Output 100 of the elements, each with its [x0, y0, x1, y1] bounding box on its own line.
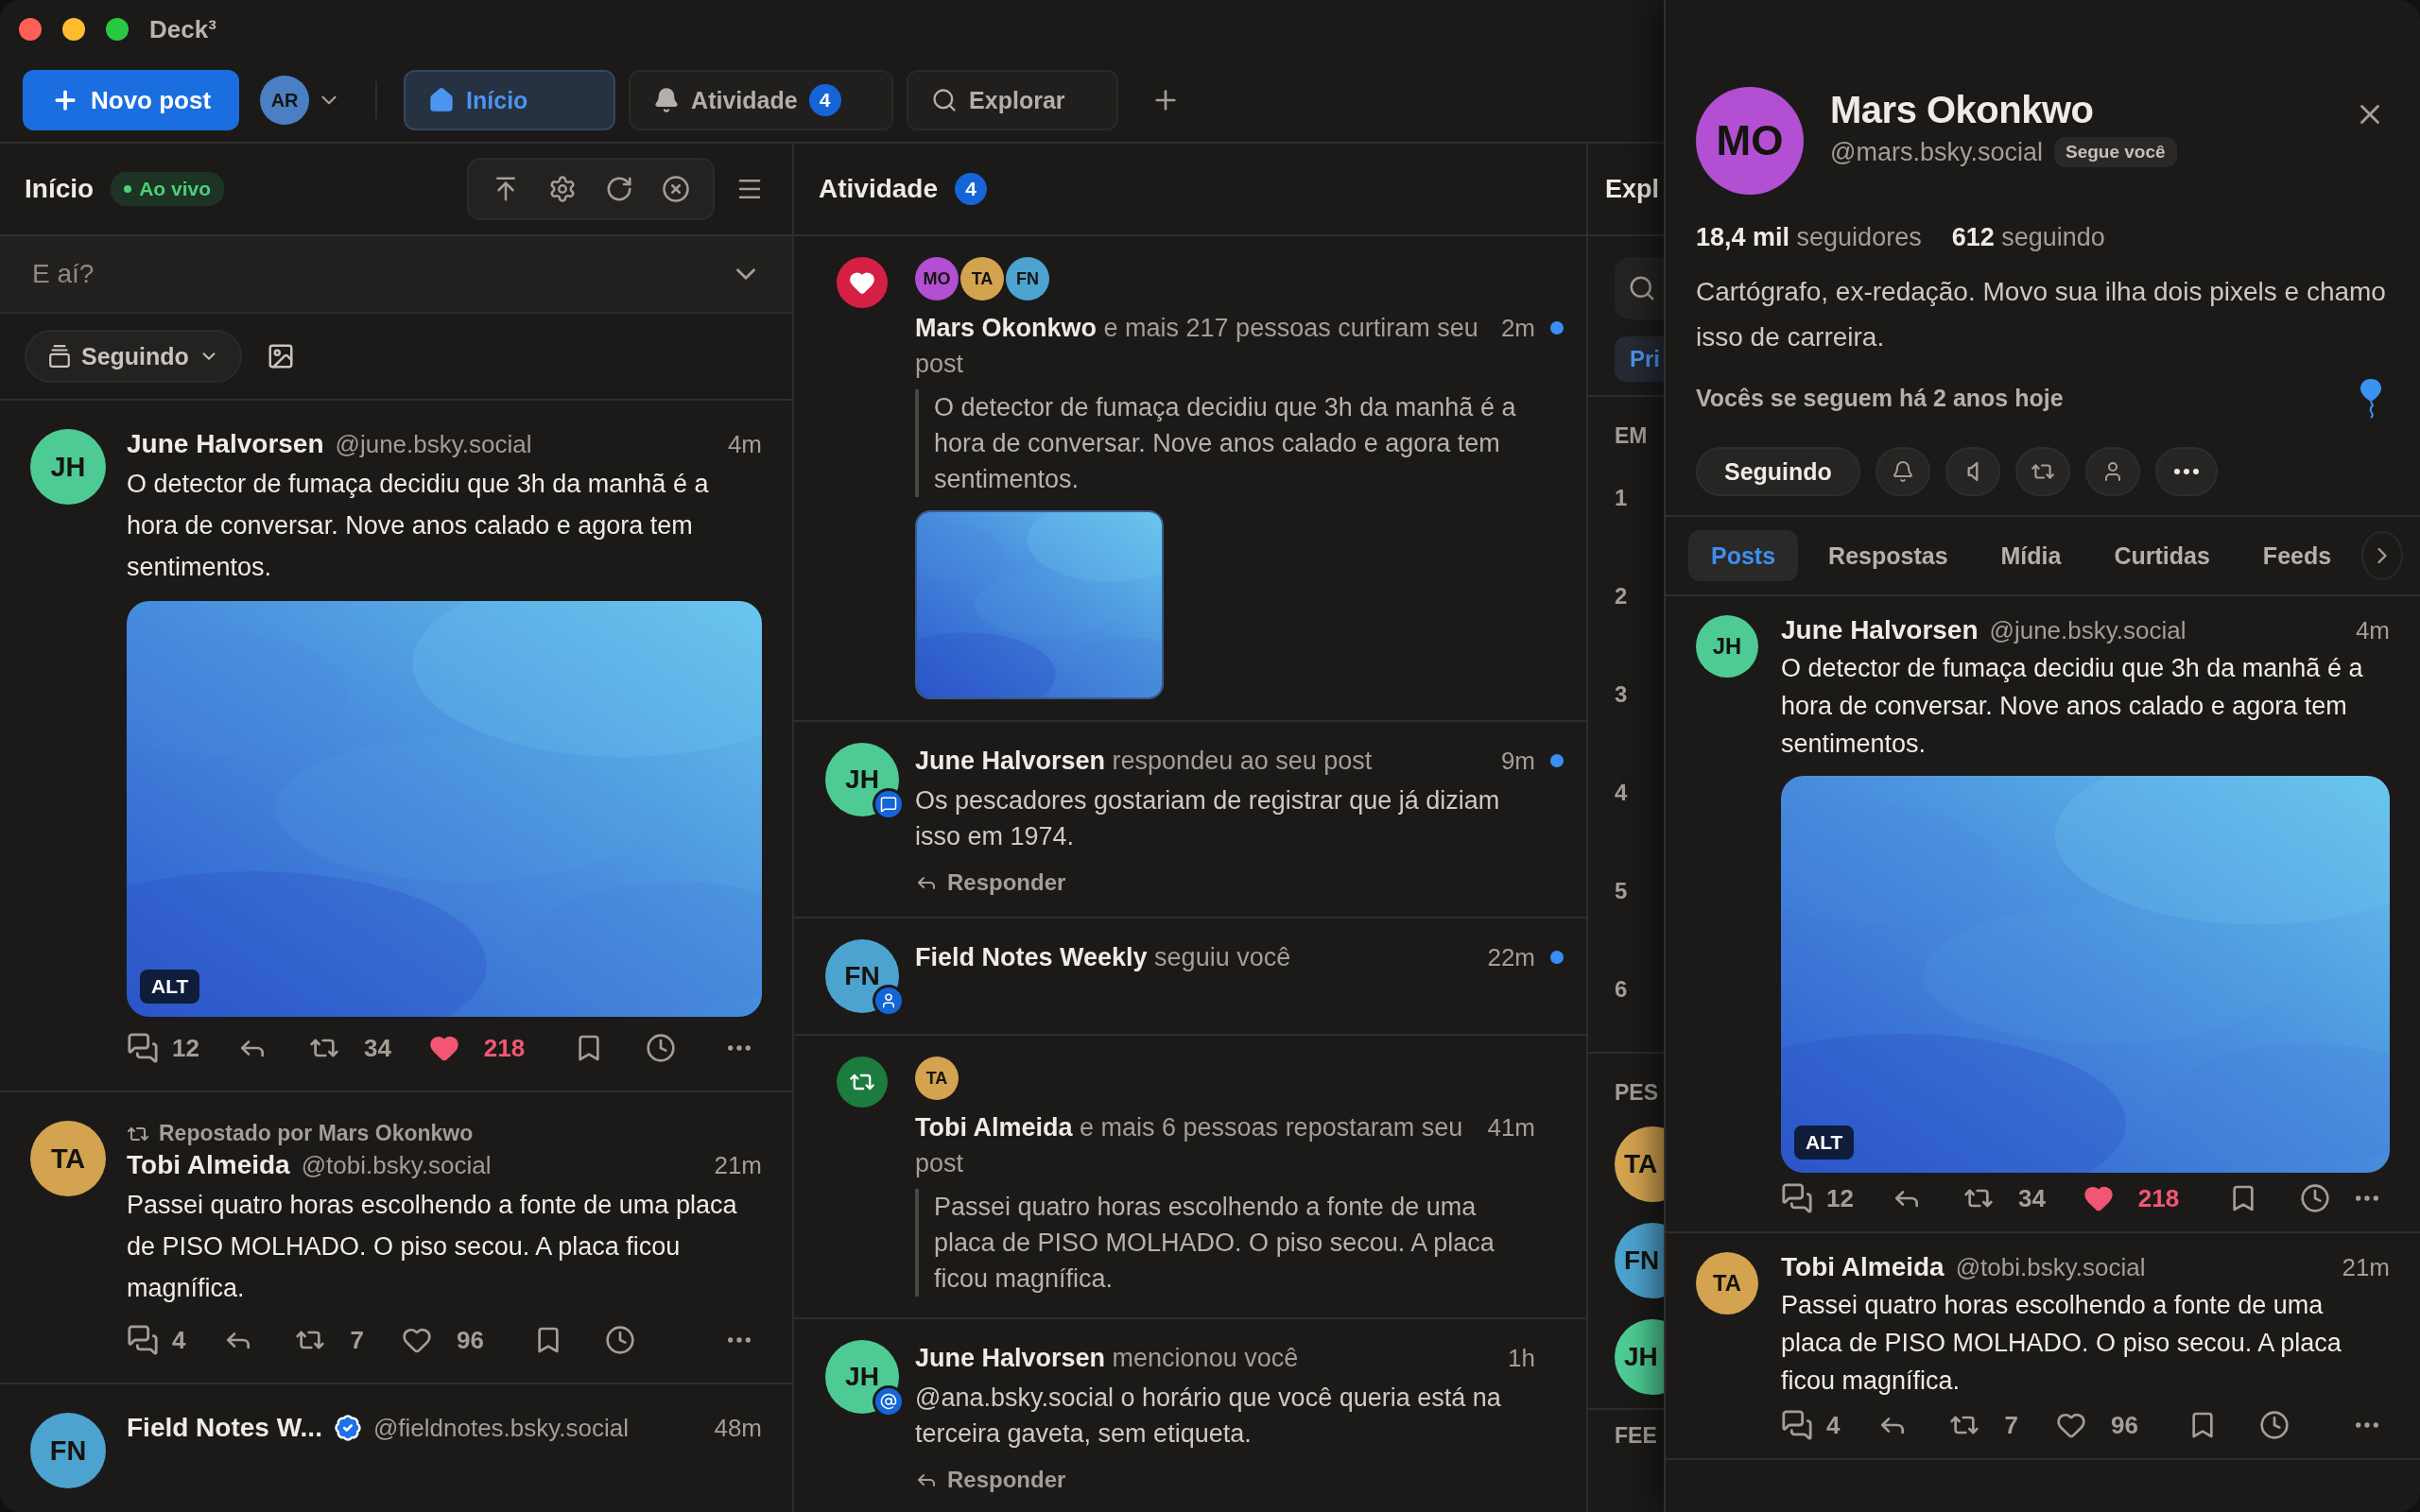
speaker-icon	[1965, 461, 1979, 482]
like-count: 218	[483, 1033, 526, 1063]
close-window-button[interactable]	[19, 18, 42, 41]
repost-button[interactable]	[2014, 447, 2070, 496]
deck-tab[interactable]: Início	[404, 70, 616, 130]
post-time: 21m	[714, 1151, 762, 1180]
avatar[interactable]: TA	[960, 257, 1004, 301]
profile-tab[interactable]: Curtidas	[2091, 530, 2233, 581]
comments-icon[interactable]	[1781, 1182, 1813, 1214]
avatar[interactable]: JH	[1615, 1319, 1664, 1395]
profile-tab[interactable]: Respostas	[1806, 530, 1971, 581]
bell-icon	[653, 87, 681, 113]
author-name[interactable]: Tobi Almeida	[1781, 1252, 1945, 1282]
comments-icon[interactable]	[127, 1032, 159, 1064]
section-heading: PES	[1615, 1080, 1660, 1106]
follow-anniversary: Vocês se seguem há 2 anos hoje	[1696, 384, 2065, 412]
author-name[interactable]: Field Notes W...	[127, 1413, 322, 1443]
avatar[interactable]: FN	[30, 1413, 106, 1488]
avatar[interactable]: TA	[30, 1121, 106, 1196]
comments-icon[interactable]	[1781, 1409, 1813, 1441]
avatar[interactable]: TA	[1696, 1252, 1758, 1314]
author-handle[interactable]: @tobi.bsky.social	[301, 1151, 492, 1180]
reply-count: 12	[172, 1033, 199, 1063]
post-text: O detector de fumaça decidiu que 3h da manhã é a hora de conversar. Nove anos calado e agora tem sentimentos.	[1781, 653, 2364, 760]
notification-text: Mars Okonkwo e mais 217 pessoas curtiram seu post	[915, 313, 1479, 380]
like-count: 96	[2110, 1410, 2138, 1440]
mute-button[interactable]	[1945, 447, 2000, 496]
alt-badge[interactable]: ALT	[140, 970, 200, 1004]
trend-rank: 1	[1615, 484, 1629, 512]
author-handle[interactable]: @tobi.bsky.social	[1955, 1253, 2146, 1282]
notification-time: 2m	[1500, 313, 1535, 344]
more-button[interactable]	[2154, 447, 2218, 496]
notification-time: 1h	[1508, 1343, 1535, 1374]
profile-stat[interactable]: 612 seguindo	[1951, 223, 2105, 252]
comments-icon[interactable]	[127, 1324, 159, 1356]
avatar[interactable]: FN	[1006, 257, 1049, 301]
deck-tab[interactable]: Atividade 4	[629, 70, 894, 130]
clock-icon[interactable]	[2300, 1183, 2331, 1213]
minimize-window-button[interactable]	[62, 18, 85, 41]
profile-stat[interactable]: 18,4 mil seguidores	[1696, 223, 1922, 252]
notification-time: 22m	[1487, 942, 1535, 973]
trend-rank: 3	[1615, 680, 1629, 709]
search-field[interactable]	[1615, 257, 1664, 319]
reply-link[interactable]: Responder	[915, 1467, 1066, 1493]
avatar[interactable]: FN	[1615, 1223, 1664, 1298]
notification-time: 41m	[1487, 1112, 1535, 1143]
author-name[interactable]: June Halvorsen	[127, 429, 324, 459]
clock-icon[interactable]	[604, 1325, 635, 1355]
profile-button[interactable]	[2084, 447, 2140, 496]
profile-bio: Cartógrafo, ex-redação. Movo sua ilha dois pixels e chamo isso de carreira.	[1696, 276, 2387, 353]
alt-badge[interactable]: ALT	[1794, 1125, 1855, 1160]
search-icon	[1628, 274, 1656, 302]
new-post-button[interactable]: Novo post	[23, 70, 240, 130]
circle-x-icon	[662, 175, 690, 203]
notification-body: @ana.bsky.social o horário que você queria está na terceira gaveta, sem etiqueta.	[915, 1383, 1502, 1450]
avatar[interactable]: MO	[915, 257, 959, 301]
repost-count: 7	[350, 1325, 364, 1355]
at-sign-icon	[880, 1393, 897, 1410]
notification-time: 9m	[1500, 746, 1535, 777]
composer-field[interactable]: E aí?	[0, 236, 792, 314]
column-title: Início	[25, 174, 95, 204]
post-text: O detector de fumaça decidiu que 3h da manhã é a hora de conversar. Nove anos calado e agora tem sentimentos.	[127, 469, 710, 583]
reply-link[interactable]: Responder	[915, 869, 1066, 896]
profile-tab[interactable]: Posts	[1688, 530, 1799, 581]
profile-tab[interactable]: Feeds	[2239, 530, 2355, 581]
profile-handle: @mars.bsky.social	[1830, 137, 2043, 167]
clock-icon[interactable]	[2258, 1410, 2290, 1440]
clock-icon[interactable]	[646, 1033, 677, 1063]
like-count: 218	[2137, 1183, 2180, 1213]
trend-rank: 5	[1615, 877, 1629, 905]
feed-filter-dropdown[interactable]: Seguindo	[25, 330, 242, 383]
account-avatar[interactable]: AR	[260, 76, 310, 125]
post-time: 4m	[727, 430, 762, 459]
column-title: Expl	[1605, 174, 1660, 204]
author-name[interactable]: Tobi Almeida	[127, 1150, 290, 1180]
account-switcher[interactable]: AR	[252, 76, 350, 125]
following-button[interactable]: Seguindo	[1696, 447, 1860, 496]
avatar[interactable]: JH	[30, 429, 106, 505]
reply-count: 4	[1826, 1410, 1841, 1440]
author-name[interactable]: June Halvorsen	[1781, 615, 1979, 645]
composer-input[interactable]: E aí?	[30, 258, 730, 290]
next-tabs-button[interactable]	[2361, 531, 2404, 580]
deck-tab[interactable]: Explorar	[907, 70, 1119, 130]
author-handle[interactable]: @fieldnotes.bsky.social	[372, 1414, 630, 1443]
reply-count: 4	[172, 1325, 186, 1355]
avatar[interactable]: JH	[1696, 615, 1758, 678]
author-handle[interactable]: @june.bsky.social	[1989, 616, 2187, 645]
person-icon	[880, 992, 897, 1009]
profile-tab[interactable]: Mídia	[1978, 530, 2084, 581]
avatar[interactable]: TA	[1615, 1126, 1664, 1202]
zoom-window-button[interactable]	[106, 18, 129, 41]
notify-button[interactable]	[1875, 447, 1930, 496]
reply-count: 12	[1826, 1183, 1854, 1213]
avatar[interactable]: TA	[915, 1057, 959, 1100]
profile-avatar[interactable]: MO	[1696, 87, 1804, 195]
author-handle[interactable]: @june.bsky.social	[335, 430, 532, 459]
filter-chip[interactable]: Pri	[1615, 336, 1664, 382]
like-count: 96	[456, 1325, 484, 1355]
notification-text: June Halvorsen respondeu ao seu post	[915, 746, 1374, 777]
trend-rank: 2	[1615, 582, 1629, 610]
